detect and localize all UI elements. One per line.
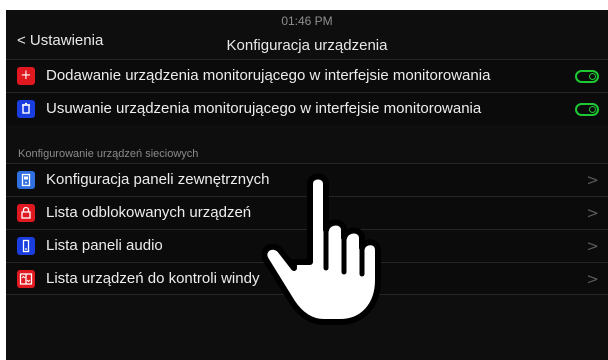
toggle-label: Dodawanie urządzenia monitorującego w in… xyxy=(46,67,491,84)
elevator-icon xyxy=(17,270,35,288)
nav-item-label: Lista odblokowanych urządzeń xyxy=(46,204,252,221)
plus-icon: + xyxy=(17,67,35,85)
toggle-knob xyxy=(589,106,596,113)
status-time: 01:46 PM xyxy=(281,14,333,28)
nav-item-label: Lista paneli audio xyxy=(46,237,163,254)
chevron-right-icon: > xyxy=(586,204,599,222)
toggle-knob xyxy=(589,73,596,80)
chevron-right-icon: > xyxy=(586,171,599,189)
chevron-right-icon: > xyxy=(586,237,599,255)
page-title: Konfiguracja urządzenia xyxy=(226,37,388,54)
chevron-right-icon: > xyxy=(586,270,599,288)
toggle-row-remove-monitor[interactable]: Usuwanie urządzenia monitorującego w int… xyxy=(6,92,608,125)
toggle-label: Usuwanie urządzenia monitorującego w int… xyxy=(46,100,482,117)
section-header: Konfigurowanie urządzeń sieciowych xyxy=(18,148,199,160)
door-panel-icon xyxy=(17,171,35,189)
toggle-switch[interactable] xyxy=(575,103,599,116)
toggle-switch[interactable] xyxy=(575,70,599,83)
lock-icon xyxy=(17,204,35,222)
toggle-row-add-monitor[interactable]: + Dodawanie urządzenia monitorującego w … xyxy=(6,59,608,92)
pointing-hand-icon xyxy=(261,173,381,325)
nav-item-label: Konfiguracja paneli zewnętrznych xyxy=(46,171,270,188)
trash-icon xyxy=(17,100,35,118)
audio-panel-icon xyxy=(17,237,35,255)
nav-item-label: Lista urządzeń do kontroli windy xyxy=(46,270,260,287)
